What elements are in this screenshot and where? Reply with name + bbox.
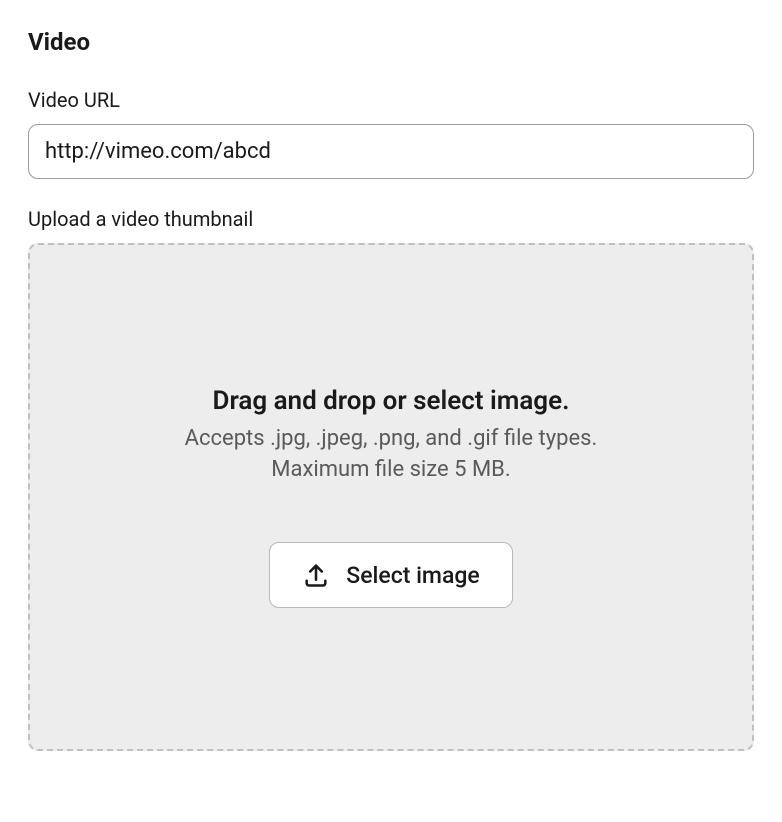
video-url-input[interactable] — [28, 124, 754, 179]
select-image-button[interactable]: Select image — [269, 542, 512, 608]
section-title: Video — [28, 28, 754, 56]
dropzone-maxsize: Maximum file size 5 MB. — [271, 457, 510, 482]
select-image-button-label: Select image — [346, 562, 479, 589]
dropzone-title: Drag and drop or select image. — [213, 386, 570, 416]
dropzone-accepts: Accepts .jpg, .jpeg, .png, and .gif file… — [185, 426, 598, 451]
upload-icon — [302, 561, 330, 589]
thumbnail-label: Upload a video thumbnail — [28, 207, 754, 231]
thumbnail-dropzone[interactable]: Drag and drop or select image. Accepts .… — [28, 243, 754, 751]
video-url-label: Video URL — [28, 88, 754, 112]
